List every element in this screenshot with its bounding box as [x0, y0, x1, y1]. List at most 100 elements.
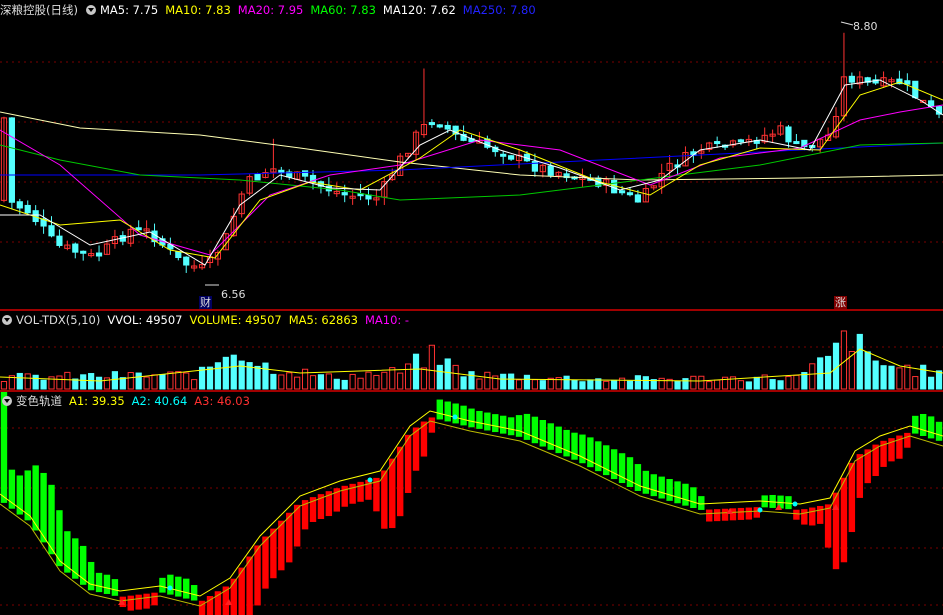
track-chart[interactable]	[0, 392, 943, 615]
track-bar	[801, 509, 808, 525]
volume-bar	[912, 376, 919, 390]
track-bar	[904, 432, 911, 448]
volume-bar	[603, 380, 610, 390]
track-bar	[254, 545, 261, 606]
track-bar	[167, 574, 174, 595]
volume-bar	[658, 377, 665, 390]
track-bar	[143, 593, 150, 609]
track-dot	[792, 501, 798, 507]
volume-bar	[698, 375, 705, 390]
volume-bar	[674, 380, 681, 390]
volume-bar	[880, 365, 887, 390]
volume-bar	[714, 379, 721, 390]
track-menu-icon[interactable]	[2, 396, 12, 406]
track-bar	[412, 427, 420, 471]
candle-body	[436, 124, 443, 128]
financial-report-badge[interactable]: 财	[199, 296, 212, 309]
volume-bar	[508, 373, 515, 390]
volume-bar	[634, 375, 642, 390]
volume-bar	[111, 371, 119, 390]
track-header: 变色轨道 A1: 39.35 A2: 40.64 A3: 46.03	[0, 393, 257, 409]
candle-body	[737, 139, 745, 143]
volume-menu-icon[interactable]	[2, 315, 12, 325]
track-bar	[56, 510, 63, 567]
volume-bar	[191, 379, 198, 390]
candle-body	[365, 194, 372, 200]
volume-bar	[80, 374, 87, 390]
track-bar	[444, 401, 451, 422]
track-bar	[381, 470, 388, 529]
track-bar	[919, 413, 927, 436]
volume-bar	[238, 360, 245, 390]
candle-body	[500, 153, 507, 157]
vol-ma10-value: MA10: -	[364, 313, 410, 327]
track-bar	[642, 470, 650, 494]
track-bar	[523, 413, 531, 440]
ma20-value: MA20: 7.95	[237, 3, 304, 17]
candle-body	[16, 201, 23, 209]
candle-body	[48, 225, 55, 237]
ma120-value: MA120: 7.62	[382, 3, 456, 17]
volume-bar	[32, 374, 39, 390]
track-bar	[270, 528, 277, 579]
volume-bar	[737, 380, 745, 390]
candle-body	[634, 194, 642, 203]
volume-bar	[476, 378, 483, 390]
track-bar	[286, 512, 293, 563]
volume-bar	[745, 381, 752, 390]
candle-body	[714, 141, 721, 145]
track-bar	[650, 474, 657, 497]
volume-bar	[119, 377, 126, 390]
volume-bar	[278, 374, 285, 390]
track-bar	[706, 509, 713, 522]
candle-body	[793, 141, 800, 145]
track-bar	[460, 405, 467, 426]
a3-value: A3: 46.03	[194, 394, 250, 408]
candle-body	[626, 192, 634, 196]
volume-bar	[785, 376, 792, 390]
candle-body	[618, 190, 626, 194]
candle-body	[341, 192, 348, 196]
volume-bar	[357, 377, 364, 390]
candle-body	[508, 155, 515, 160]
volume-header: VOL-TDX(5,10) VVOL: 49507 VOLUME: 49507 …	[0, 312, 416, 328]
volume-bar	[904, 364, 911, 390]
track-bar	[48, 484, 55, 555]
track-bar	[396, 446, 404, 517]
volume-bar	[262, 362, 269, 390]
candle-body	[301, 170, 309, 177]
volume-bar	[286, 372, 293, 390]
track-bar	[666, 478, 673, 501]
volume-bar	[95, 376, 103, 390]
indicator-menu-icon[interactable]	[85, 5, 96, 15]
volume-bar	[682, 378, 689, 390]
track-bar	[713, 509, 721, 522]
volume-bar	[317, 374, 325, 390]
volume-bar	[405, 363, 412, 390]
volume-bar	[611, 379, 618, 390]
track-bar	[816, 505, 824, 524]
candle-body	[95, 252, 103, 257]
track-bar	[111, 579, 119, 596]
volume-bar	[88, 373, 95, 390]
track-bar	[507, 417, 515, 436]
track-bar	[428, 417, 436, 433]
track-bar	[95, 572, 103, 593]
vol-ma5-value: MA5: 62863	[288, 313, 358, 327]
volume-bar	[777, 380, 784, 390]
track-bar	[175, 576, 182, 597]
limit-up-badge[interactable]: 涨	[834, 296, 847, 309]
candle-body	[785, 126, 792, 143]
track-bar	[531, 416, 539, 444]
volume-bar	[642, 376, 649, 390]
volume-bar	[888, 365, 895, 390]
track-bar	[230, 578, 237, 615]
track-bar	[721, 508, 729, 521]
track-bar	[912, 415, 919, 434]
candle-body	[848, 75, 855, 83]
track-bar	[262, 536, 269, 589]
track-bar	[698, 496, 705, 510]
volume-bar	[515, 379, 523, 390]
volume-bar	[539, 380, 546, 390]
price-chart[interactable]	[0, 0, 943, 310]
